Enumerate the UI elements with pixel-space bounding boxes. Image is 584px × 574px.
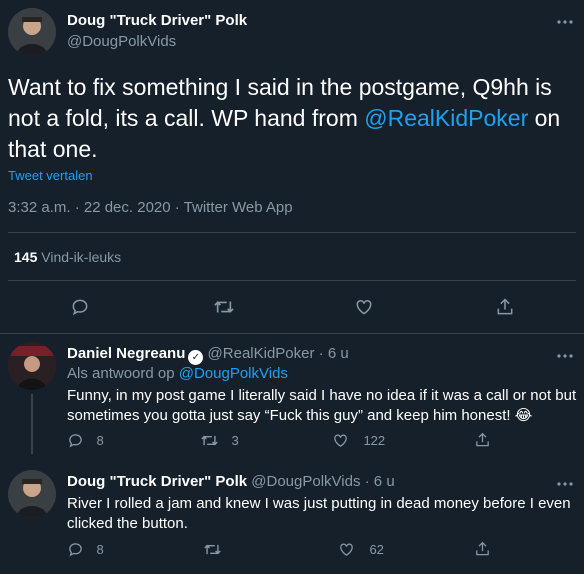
- reply-icon: [72, 299, 88, 316]
- reply-to-context: Als antwoord op @DougPolkVids: [67, 365, 288, 382]
- share-icon: [476, 541, 489, 556]
- more-horizontal-icon: [557, 482, 573, 486]
- reply-count: 8: [96, 542, 104, 557]
- reply-header: Daniel Negreanu ✓ @RealKidPoker · 6 u: [67, 345, 349, 365]
- more-horizontal-icon: [557, 354, 573, 358]
- avatar-image: [8, 470, 56, 518]
- reply-time[interactable]: · 6 u: [319, 345, 349, 362]
- divider: [8, 232, 576, 233]
- divider: [0, 333, 584, 334]
- translate-tweet-link[interactable]: Tweet vertalen: [8, 168, 93, 183]
- reply-reply-button[interactable]: 8: [67, 541, 104, 559]
- share-icon: [497, 298, 513, 315]
- reply-count: 8: [96, 433, 104, 448]
- reply-text: Funny, in my post game I literally said …: [67, 387, 577, 424]
- reply-more-options[interactable]: [556, 474, 574, 490]
- reply-icon: [69, 434, 82, 448]
- like-count: 62: [369, 542, 384, 557]
- like-button[interactable]: [354, 297, 374, 322]
- retweet-icon: [204, 544, 221, 555]
- retweet-icon: [214, 301, 234, 313]
- reply-avatar[interactable]: [8, 342, 56, 390]
- retweet-count: 3: [231, 433, 239, 448]
- heart-icon: [340, 543, 353, 557]
- share-button[interactable]: [495, 296, 515, 323]
- reply-author-name[interactable]: Doug "Truck Driver" Polk: [67, 473, 247, 490]
- verified-badge-icon: ✓: [188, 350, 204, 365]
- reply-author-handle[interactable]: @DougPolkVids: [251, 473, 360, 490]
- reply-avatar[interactable]: [8, 470, 56, 518]
- reply-header: Doug "Truck Driver" Polk @DougPolkVids ·…: [67, 473, 395, 490]
- likes-count: 145: [14, 249, 38, 265]
- mention-link[interactable]: @RealKidPoker: [364, 105, 528, 131]
- reply-author-handle[interactable]: @RealKidPoker: [208, 345, 315, 362]
- reply-like-button[interactable]: 62: [338, 541, 384, 559]
- author-name[interactable]: Doug "Truck Driver" Polk: [67, 12, 247, 29]
- reply-author-name[interactable]: Daniel Negreanu: [67, 345, 185, 362]
- more-horizontal-icon: [557, 20, 573, 24]
- avatar-image: [8, 342, 56, 390]
- tweet-timestamp[interactable]: 3:32 a.m. · 22 dec. 2020 · Twitter Web A…: [8, 199, 293, 216]
- reply-reply-button[interactable]: 8: [67, 432, 104, 450]
- retweet-button[interactable]: [213, 297, 235, 322]
- reply-retweet-button[interactable]: 3: [200, 432, 239, 450]
- reply-share-button[interactable]: [474, 540, 491, 563]
- reply-time[interactable]: · 6 u: [365, 473, 395, 490]
- reply-share-button[interactable]: [474, 431, 491, 454]
- likes-stat[interactable]: 145 Vind-ik-leuks: [14, 249, 121, 265]
- tweet-text: Want to fix something I said in the post…: [8, 72, 578, 165]
- reply-more-options[interactable]: [556, 346, 574, 362]
- reply-button[interactable]: [70, 297, 90, 322]
- like-count: 122: [363, 433, 386, 448]
- reply-text: River I rolled a jam and knew I was just…: [67, 495, 571, 532]
- reply-retweet-button[interactable]: [203, 541, 222, 559]
- likes-label: Vind-ik-leuks: [41, 249, 122, 265]
- reply-icon: [69, 543, 82, 557]
- retweet-icon: [201, 435, 218, 446]
- thread-line: [31, 394, 33, 454]
- divider: [8, 280, 576, 281]
- share-icon: [476, 432, 489, 447]
- more-options-icon[interactable]: [556, 12, 574, 28]
- heart-icon: [334, 434, 347, 448]
- reply-to-handle[interactable]: @DougPolkVids: [179, 365, 288, 382]
- avatar-image: [8, 8, 56, 56]
- reply-to-label: Als antwoord op: [67, 365, 179, 382]
- reply-like-button[interactable]: 122: [332, 432, 385, 450]
- author-handle[interactable]: @DougPolkVids: [67, 33, 176, 50]
- author-avatar[interactable]: [8, 8, 56, 56]
- heart-icon: [356, 299, 372, 315]
